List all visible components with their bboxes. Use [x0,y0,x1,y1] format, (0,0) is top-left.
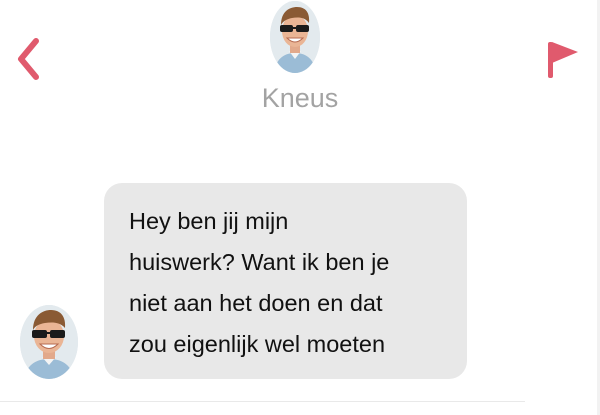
report-button[interactable] [544,38,580,80]
message-text: Hey ben jij mijn huiswerk? Want ik ben j… [129,201,447,365]
message-bubble: Hey ben jij mijn huiswerk? Want ik ben j… [104,183,467,379]
message-line: huiswerk? Want ik ben je [129,249,390,275]
contact-avatar[interactable] [270,1,320,73]
message-line: niet aan het doen en dat [129,290,383,316]
chevron-left-icon [18,38,39,80]
back-button[interactable] [14,37,44,81]
flag-icon [548,42,578,78]
message-line: Hey ben jij mijn [129,208,289,234]
sender-avatar[interactable] [20,305,78,379]
divider [0,401,525,402]
message-line: zou eigenlijk wel moeten [129,331,386,357]
contact-name: Kneus [261,83,339,113]
